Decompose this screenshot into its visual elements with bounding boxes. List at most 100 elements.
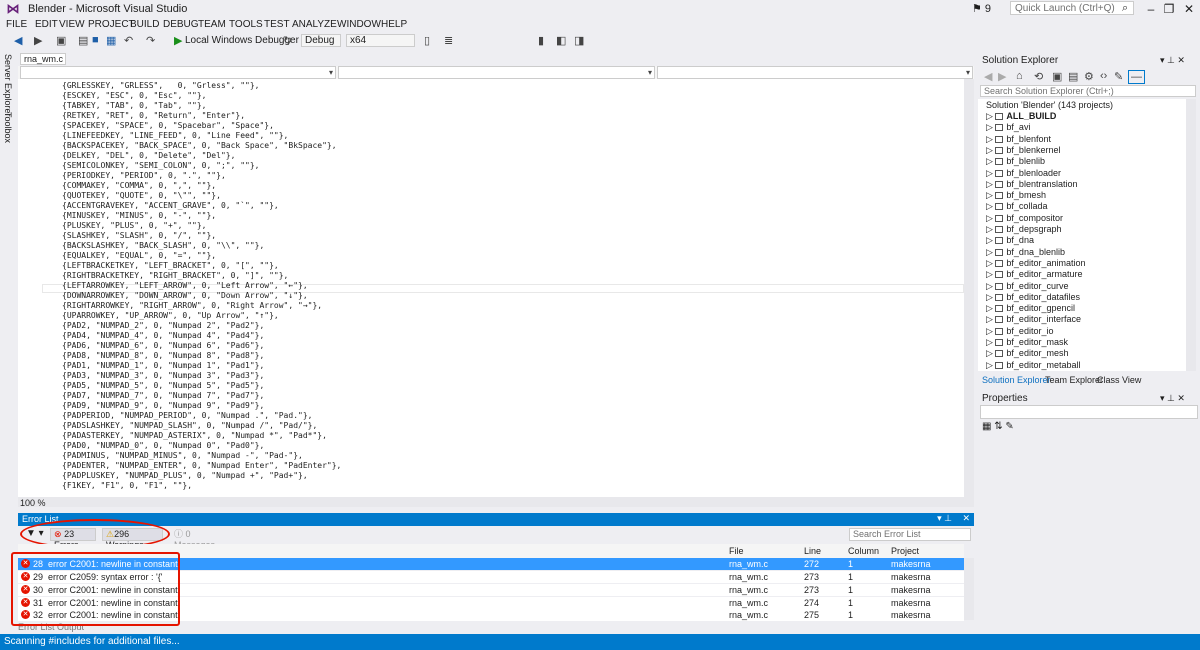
project-node[interactable]: ▷ bf_avi [986,122,1030,133]
open-file-icon[interactable]: ▤ [78,34,88,47]
tab-class-view[interactable]: Class View [1097,375,1141,385]
pin-icon[interactable]: ▾ ⊥ ✕ [1160,393,1185,404]
project-node[interactable]: ▷ bf_editor_mesh [986,348,1068,359]
expand-arrow-icon[interactable]: ▷ [986,134,995,144]
forward-icon[interactable]: ▶ [998,70,1006,83]
expand-arrow-icon[interactable]: ▷ [986,168,995,178]
search-icon[interactable]: ⌕ [1122,2,1128,15]
solution-explorer-scrollbar[interactable] [1186,99,1196,371]
column-column[interactable]: Column [848,546,879,556]
zoom-level[interactable]: 100 % [20,498,46,508]
tab-solution-explorer[interactable]: Solution Explorer [982,375,1051,385]
expand-arrow-icon[interactable]: ▷ [986,156,995,166]
view-code-icon[interactable]: ‹› [1100,70,1107,82]
show-all-files-icon[interactable]: ▤ [1068,70,1078,83]
expand-arrow-icon[interactable]: ▷ [986,281,995,291]
menu-view[interactable]: VIEW [59,19,85,30]
menu-help[interactable]: HELP [381,19,407,30]
project-node[interactable]: ▷ bf_dna [986,235,1034,246]
comment-icon[interactable]: ≣ [444,34,453,47]
error-list-scrollbar[interactable] [964,558,974,620]
menu-file[interactable]: FILE [6,19,27,30]
menu-build[interactable]: BUILD [130,19,159,30]
menu-project[interactable]: PROJECT [88,19,135,30]
expand-arrow-icon[interactable]: ▷ [986,269,995,279]
maximize-button[interactable]: ❐ [1158,1,1180,17]
expand-arrow-icon[interactable]: ▷ [986,111,995,121]
pin-icon[interactable]: ▾ ⊥ [937,513,952,524]
document-tab[interactable]: rna_wm.c [20,53,66,65]
menu-debug[interactable]: DEBUG [163,19,199,30]
project-node[interactable]: ▷ bf_compositor [986,213,1063,224]
project-node[interactable]: ▷ bf_blenkernel [986,145,1060,156]
preview-icon[interactable]: — [1128,70,1145,84]
column-line[interactable]: Line [804,546,821,556]
forward-icon[interactable]: ▶ [34,34,42,47]
notifications-flag-icon[interactable]: ⚑ 9 [972,2,991,15]
project-node[interactable]: ▷ bf_blentranslation [986,179,1077,190]
home-icon[interactable]: ⌂ [1016,70,1023,82]
expand-arrow-icon[interactable]: ▷ [986,303,995,313]
project-node[interactable]: ▷ bf_editor_mask [986,337,1068,348]
project-node[interactable]: ▷ bf_editor_animation [986,258,1085,269]
new-project-icon[interactable]: ▣ [56,34,66,47]
expand-arrow-icon[interactable]: ▷ [986,235,995,245]
expand-arrow-icon[interactable]: ▷ [986,190,995,200]
member-scope-select[interactable]: ▾ [657,66,973,79]
save-icon[interactable]: ■ [92,34,99,46]
server-explorer-tab[interactable]: Server Explorer [3,54,13,117]
project-node[interactable]: ▷ bf_editor_interface [986,314,1081,325]
expand-arrow-icon[interactable]: ▷ [986,213,995,223]
expand-arrow-icon[interactable]: ▷ [986,145,995,155]
solution-explorer-search-input[interactable]: Search Solution Explorer (Ctrl+;) [980,85,1196,97]
column-file[interactable]: File [729,546,744,556]
project-node[interactable]: ▷ bf_bmesh [986,190,1046,201]
project-node[interactable]: ▷ bf_blenlib [986,156,1045,167]
collapse-all-icon[interactable]: ▣ [1052,70,1062,83]
close-button[interactable]: ✕ [1178,1,1200,17]
project-node[interactable]: ▷ bf_editor_metaball [986,360,1080,371]
redo-icon[interactable]: ↷ [146,34,155,47]
wrench-icon[interactable]: ✎ [1114,70,1123,83]
code-editor[interactable]: {GRLESSKEY, "GRLESS", 0, "Grless", ""},{… [18,79,964,497]
quick-launch-input[interactable]: Quick Launch (Ctrl+Q) [1010,1,1134,15]
close-icon[interactable]: ✕ [962,513,970,524]
messages-filter-button[interactable]: ⓘ 0 Messages [170,528,226,550]
properties-object-select[interactable] [980,405,1198,419]
project-node[interactable]: ▷ bf_blenfont [986,134,1051,145]
pin-icon[interactable]: ▾ ⊥ ✕ [1160,55,1185,66]
editor-horizontal-scrollbar[interactable] [18,497,974,507]
expand-arrow-icon[interactable]: ▷ [986,337,995,347]
undo-icon[interactable]: ↶ [124,34,133,47]
menu-team[interactable]: TEAM [198,19,226,30]
project-node[interactable]: ▷ bf_editor_io [986,326,1053,337]
expand-arrow-icon[interactable]: ▷ [986,247,995,257]
back-icon[interactable]: ◀ [14,34,22,47]
refresh-icon[interactable]: ↻ [283,34,292,47]
expand-arrow-icon[interactable]: ▷ [986,122,995,132]
start-debugging-icon[interactable]: ▶ [174,34,182,47]
expand-arrow-icon[interactable]: ▷ [986,314,995,324]
menu-tools[interactable]: TOOLS [229,19,263,30]
type-scope-select[interactable]: ▾ [338,66,655,79]
toolbox-tab[interactable]: Toolbox [3,112,13,143]
project-node[interactable]: ▷ bf_depsgraph [986,224,1061,235]
platform-select[interactable]: x64 [346,34,415,47]
sync-icon[interactable]: ⟲ [1034,70,1043,83]
menu-window[interactable]: WINDOW [337,19,381,30]
save-all-icon[interactable]: ▦ [106,34,116,47]
project-node[interactable]: ▷ bf_blenloader [986,168,1061,179]
expand-arrow-icon[interactable]: ▷ [986,326,995,336]
expand-arrow-icon[interactable]: ▷ [986,292,995,302]
solution-node[interactable]: Solution 'Blender' (143 projects) [986,100,1113,111]
editor-vertical-scrollbar[interactable] [964,79,974,497]
project-node[interactable]: ▷ bf_editor_datafiles [986,292,1080,303]
project-node[interactable]: ▷ bf_editor_gpencil [986,303,1075,314]
menu-test[interactable]: TEST [264,19,290,30]
menu-edit[interactable]: EDIT [35,19,58,30]
tab-team-explorer[interactable]: Team Explorer [1045,375,1103,385]
expand-arrow-icon[interactable]: ▷ [986,258,995,268]
project-node[interactable]: ▷ ALL_BUILD [986,111,1056,122]
bookmark-next-icon[interactable]: ◨ [574,34,584,47]
bookmark-icon[interactable]: ▮ [538,34,544,47]
